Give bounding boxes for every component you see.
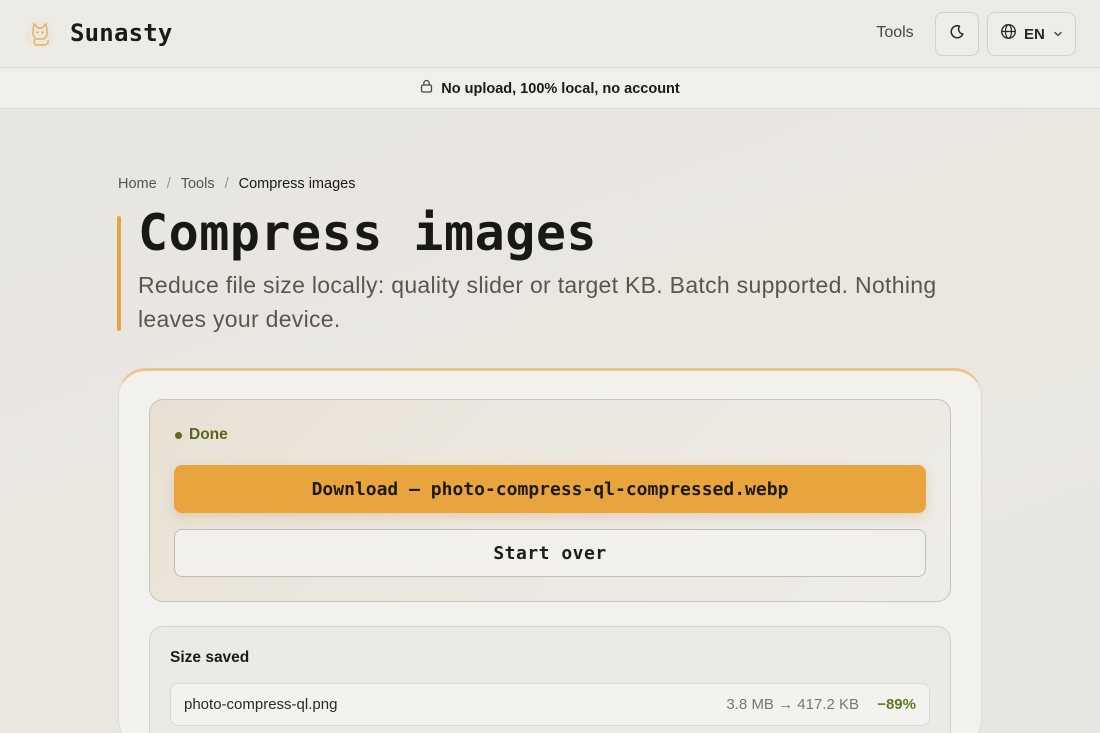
breadcrumb-home[interactable]: Home — [118, 176, 157, 192]
top-header: Sunasty Tools EN — [0, 0, 1100, 68]
title-accent-bar — [117, 216, 121, 331]
start-over-button[interactable]: Start over — [174, 529, 926, 577]
breadcrumb: Home / Tools / Compress images — [118, 176, 355, 192]
file-size-change: 3.8 MB → 417.2 KB — [726, 696, 859, 713]
status-dot-icon — [172, 429, 184, 441]
file-name: photo-compress-ql.png — [184, 696, 338, 713]
download-button[interactable]: Download — photo-compress-ql-compressed.… — [174, 465, 926, 513]
chevron-down-icon — [1053, 29, 1063, 39]
breadcrumb-separator: / — [166, 176, 171, 192]
theme-toggle-button[interactable] — [935, 12, 979, 56]
cat-logo-icon[interactable] — [24, 18, 56, 50]
list-item: photo-compress-ql.png 3.8 MB → 417.2 KB … — [170, 683, 930, 726]
breadcrumb-tools[interactable]: Tools — [181, 176, 215, 192]
status-indicator: Done — [172, 426, 228, 444]
breadcrumb-current: Compress images — [238, 176, 356, 192]
privacy-banner: No upload, 100% local, no account — [0, 69, 1100, 109]
globe-icon — [1000, 23, 1017, 45]
brand-name[interactable]: Sunasty — [70, 19, 173, 47]
privacy-banner-text: No upload, 100% local, no account — [441, 80, 680, 97]
lock-icon — [420, 79, 433, 98]
language-label: EN — [1024, 25, 1045, 43]
file-savings-percent: −89% — [877, 696, 916, 713]
moon-icon — [949, 24, 965, 45]
nav-tools-link[interactable]: Tools — [858, 24, 932, 42]
page-subtitle: Reduce file size locally: quality slider… — [138, 272, 937, 332]
size-saved-title: Size saved — [170, 649, 250, 666]
language-select-button[interactable]: EN — [987, 12, 1076, 56]
status-label: Done — [189, 426, 228, 443]
breadcrumb-separator: / — [224, 176, 229, 192]
page-title: Compress images — [138, 204, 598, 262]
